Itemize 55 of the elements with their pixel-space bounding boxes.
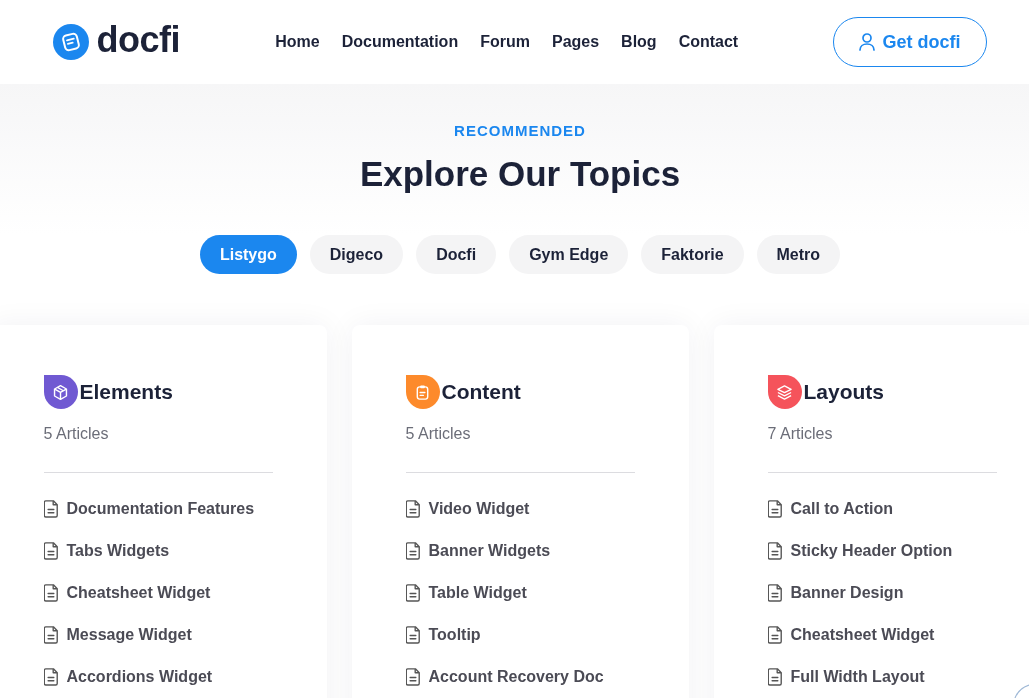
article-count: 7 Articles: [767, 424, 834, 444]
document-icon: [43, 500, 59, 518]
document-icon: [767, 668, 783, 686]
article-link[interactable]: Full Width Layout: [790, 665, 925, 689]
section-eyebrow: RECOMMENDED: [454, 121, 586, 141]
document-icon: [405, 542, 421, 560]
document-icon: [43, 626, 59, 644]
document-icon: [43, 668, 59, 686]
document-icon: [43, 584, 59, 602]
article-link[interactable]: Video Widget: [428, 497, 530, 521]
category-title[interactable]: Layouts: [803, 378, 884, 406]
article-link[interactable]: Banner Design: [790, 581, 904, 605]
article-link[interactable]: Account Recovery Doc: [428, 665, 604, 689]
article-link[interactable]: Cheatsheet Widget: [790, 623, 935, 647]
article-link[interactable]: Accordions Widget: [66, 665, 213, 689]
filter-tab[interactable]: Gym Edge: [509, 235, 629, 274]
nav-link[interactable]: Contact: [678, 31, 739, 53]
article-link[interactable]: Tooltip: [428, 623, 481, 647]
filter-tab[interactable]: Digeco: [309, 235, 404, 274]
document-icon: [767, 626, 783, 644]
article-link[interactable]: Tabs Widgets: [66, 539, 170, 563]
nav-link[interactable]: Pages: [551, 31, 600, 53]
filter-tab[interactable]: Metro: [756, 235, 841, 274]
get-started-button[interactable]: Get docfi: [833, 17, 988, 67]
article-link[interactable]: Message Widget: [66, 623, 192, 647]
scroll-top-button[interactable]: [1013, 684, 1029, 698]
document-icon: [43, 542, 59, 560]
document-icon: [405, 626, 421, 644]
article-link[interactable]: Sticky Header Option: [790, 539, 953, 563]
document-icon: [767, 500, 783, 518]
nav-link[interactable]: Home: [275, 31, 320, 53]
section-title: Explore Our Topics: [359, 153, 681, 195]
filter-tab[interactable]: Faktorie: [641, 235, 744, 274]
document-icon: [405, 584, 421, 602]
article-link[interactable]: Call to Action: [790, 497, 893, 521]
document-icon: [767, 584, 783, 602]
article-link[interactable]: Table Widget: [428, 581, 527, 605]
filter-tab[interactable]: Docfi: [416, 235, 497, 274]
article-count: 5 Articles: [405, 424, 472, 444]
filter-tab[interactable]: Listygo: [199, 235, 297, 274]
category-title[interactable]: Content: [441, 378, 521, 406]
document-icon: [767, 542, 783, 560]
user-icon: [859, 33, 876, 51]
nav-link[interactable]: Forum: [480, 31, 530, 53]
article-link[interactable]: Documentation Features: [66, 497, 255, 521]
nav-link[interactable]: Documentation: [341, 31, 459, 53]
article-link[interactable]: Banner Widgets: [428, 539, 551, 563]
article-link[interactable]: Cheatsheet Widget: [66, 581, 211, 605]
category-title[interactable]: Elements: [79, 378, 173, 406]
nav-link[interactable]: Blog: [621, 31, 657, 53]
article-count: 5 Articles: [43, 424, 110, 444]
logo-text[interactable]: docfi: [96, 20, 180, 60]
logo-icon[interactable]: [52, 24, 89, 60]
document-icon: [405, 500, 421, 518]
document-icon: [405, 668, 421, 686]
